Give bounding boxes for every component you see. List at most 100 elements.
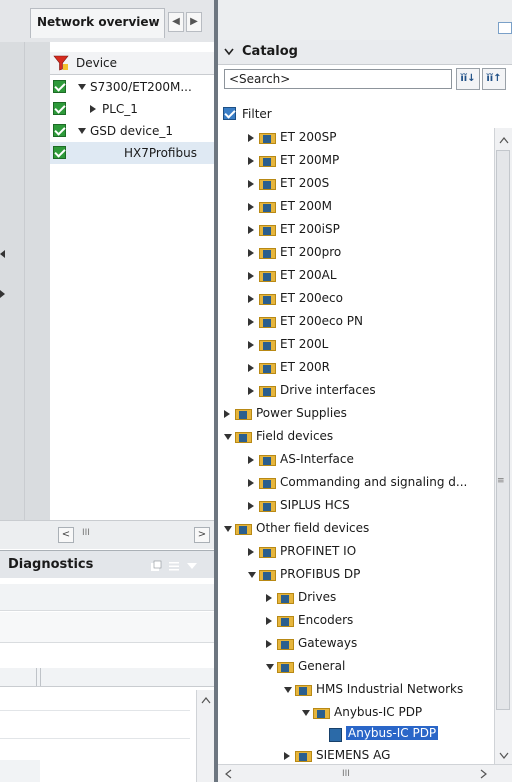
check-icon[interactable] — [53, 146, 66, 159]
chevron-right-icon[interactable] — [248, 157, 254, 165]
tree-node-label: Field devices — [256, 429, 334, 443]
catalog-horizontal-scrollbar[interactable]: III — [218, 764, 512, 782]
tree-node-label: ET 200MP — [280, 153, 340, 167]
chevron-right-icon[interactable] — [90, 105, 96, 113]
chevron-right-icon[interactable] — [248, 272, 254, 280]
tree-node-label: Commanding and signaling d... — [280, 475, 468, 489]
scroll-up-icon[interactable] — [201, 696, 211, 704]
tree-node-label: PROFINET IO — [280, 544, 357, 558]
chevron-right-icon[interactable] — [248, 341, 254, 349]
expand-right-icon[interactable] — [0, 290, 5, 298]
scroll-up-icon[interactable] — [499, 136, 509, 144]
column-divider — [40, 668, 41, 686]
catalog-panel: Catalog ĭĭ↓ ĭĭ↑ Filter ≡ III ET 200SP ET… — [218, 0, 512, 782]
folder-icon — [277, 614, 294, 627]
check-icon[interactable] — [53, 80, 66, 93]
check-icon[interactable] — [53, 102, 66, 115]
window-icon[interactable] — [498, 22, 512, 34]
chevron-right-icon[interactable] — [266, 640, 272, 648]
scroll-left-icon[interactable] — [224, 769, 232, 779]
chevron-right-icon[interactable] — [248, 548, 254, 556]
tree-node-label: SIPLUS HCS — [280, 498, 350, 512]
chevron-right-icon[interactable] — [266, 617, 272, 625]
chevron-right-icon[interactable] — [248, 295, 254, 303]
chevron-right-icon[interactable] — [266, 594, 272, 602]
check-icon[interactable] — [53, 124, 66, 137]
tree-node-label: Power Supplies — [256, 406, 347, 420]
chevron-down-icon[interactable] — [78, 84, 86, 90]
horizontal-scrollbar[interactable]: < III > — [0, 520, 214, 549]
chevron-down-icon[interactable] — [224, 434, 232, 440]
device-name: PLC_1 — [102, 102, 138, 116]
tree-node-label: Anybus-IC PDP — [346, 726, 439, 740]
tree-node-label: Other field devices — [256, 521, 370, 535]
chevron-down-icon[interactable] — [266, 664, 274, 670]
scroll-grip-icon[interactable]: ≡ — [497, 476, 505, 486]
device-column-header[interactable]: Device — [76, 56, 117, 70]
folder-icon — [277, 637, 294, 650]
filter-funnel-icon[interactable] — [53, 55, 69, 71]
chevron-right-icon[interactable] — [284, 752, 290, 760]
scroll-right-button[interactable]: > — [194, 527, 210, 543]
catalog-tree: ET 200SP ET 200MP ET 200S ET 200M ET 200… — [218, 0, 494, 764]
table-row[interactable]: PLC_1 — [50, 98, 214, 120]
scroll-left-button[interactable]: < — [58, 527, 74, 543]
chevron-right-icon[interactable] — [248, 502, 254, 510]
folder-icon — [277, 591, 294, 604]
chevron-right-icon[interactable] — [224, 410, 230, 418]
chevron-down-icon[interactable] — [284, 687, 292, 693]
chevron-right-icon[interactable] — [248, 318, 254, 326]
row-gutter — [0, 42, 50, 520]
network-overview-panel: Network overview ◀ ▶ Device S7300/ET200M… — [0, 0, 214, 782]
tree-node-label: Anybus-IC PDP — [334, 705, 423, 719]
chevron-right-icon[interactable] — [248, 364, 254, 372]
float-window-icon[interactable] — [150, 560, 162, 572]
divider-line — [24, 42, 25, 520]
chevron-right-icon[interactable] — [248, 180, 254, 188]
chevron-down-icon[interactable] — [78, 128, 86, 134]
table-row[interactable]: GSD device_1 — [50, 120, 214, 142]
folder-icon — [295, 683, 312, 696]
chevron-right-icon[interactable] — [248, 387, 254, 395]
tree-node-label: ET 200AL — [280, 268, 337, 282]
chevron-right-icon[interactable] — [248, 479, 254, 487]
scroll-right-icon[interactable] — [480, 769, 488, 779]
chevron-right-icon[interactable] — [248, 203, 254, 211]
tree-node-label: Drive interfaces — [280, 383, 376, 397]
tree-node-label: PROFIBUS DP — [280, 567, 361, 581]
chevron-right-icon[interactable] — [248, 456, 254, 464]
chevron-right-icon[interactable] — [248, 226, 254, 234]
catalog-scroll-thumb[interactable] — [496, 150, 510, 710]
folder-icon — [259, 223, 276, 236]
chevron-right-icon[interactable] — [248, 134, 254, 142]
folder-icon — [259, 131, 276, 144]
tab-scroll-left-button[interactable]: ◀ — [168, 12, 184, 32]
folder-icon — [259, 338, 276, 351]
chevron-down-icon[interactable] — [302, 710, 310, 716]
menu-lines-icon[interactable] — [168, 560, 180, 572]
scroll-thumb-grip[interactable]: III — [342, 769, 350, 779]
device-name: S7300/ET200M... — [90, 80, 192, 94]
collapse-left-icon[interactable] — [0, 250, 5, 258]
diagnostics-band — [0, 584, 214, 611]
tree-node-label: ET 200eco PN — [280, 314, 363, 328]
table-row[interactable]: HX7Profibus — [50, 142, 214, 164]
chevron-down-icon[interactable] — [186, 561, 198, 571]
scroll-thumb-grip[interactable]: III — [82, 528, 90, 538]
tab-network-overview[interactable]: Network overview — [30, 8, 165, 38]
row-divider — [0, 738, 190, 739]
folder-icon — [259, 154, 276, 167]
folder-icon — [295, 749, 312, 762]
tree-node-label: ET 200R — [280, 360, 330, 374]
chevron-right-icon[interactable] — [248, 249, 254, 257]
tab-scroll-right-button[interactable]: ▶ — [186, 12, 202, 32]
table-row[interactable]: S7300/ET200M... — [50, 76, 214, 98]
column-divider — [36, 668, 37, 686]
chevron-down-icon[interactable] — [224, 526, 232, 532]
scroll-down-icon[interactable] — [499, 752, 509, 760]
chevron-down-icon[interactable] — [248, 572, 256, 578]
diagnostics-title[interactable]: Diagnostics — [8, 557, 93, 572]
folder-icon — [235, 522, 252, 535]
diagnostics-vertical-scrollbar[interactable] — [196, 690, 214, 782]
row-divider — [0, 710, 190, 711]
